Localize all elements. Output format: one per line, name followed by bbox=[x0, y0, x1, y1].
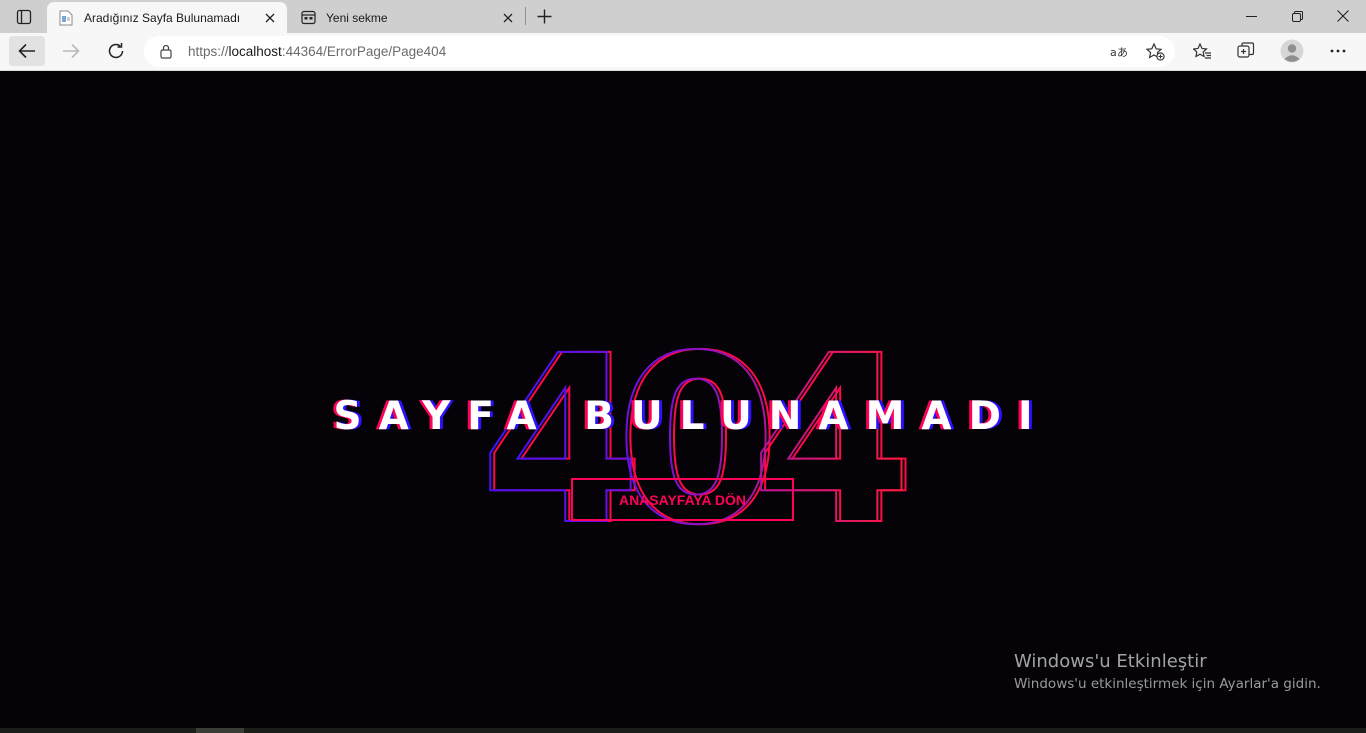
page-title: SAYFA BULUNAMADI bbox=[333, 394, 1050, 439]
address-bar[interactable]: https://localhost:44364/ErrorPage/Page40… bbox=[144, 36, 1175, 67]
minimize-button[interactable] bbox=[1228, 0, 1274, 32]
restore-icon bbox=[1291, 10, 1303, 22]
more-dots-icon bbox=[1330, 49, 1346, 53]
new-tab-favicon-icon bbox=[300, 10, 316, 26]
minimize-icon bbox=[1245, 15, 1257, 17]
windows-activation-watermark: Windows'u Etkinleştir Windows'u etkinleş… bbox=[1014, 651, 1321, 692]
close-window-button[interactable] bbox=[1320, 0, 1366, 32]
url-path: :44364/ErrorPage/Page404 bbox=[281, 44, 447, 59]
refresh-icon bbox=[108, 43, 124, 59]
forward-button[interactable] bbox=[53, 36, 89, 66]
refresh-button[interactable] bbox=[98, 36, 134, 66]
scrollbar-thumb[interactable] bbox=[196, 728, 244, 733]
lock-icon[interactable] bbox=[158, 43, 174, 59]
tab-title: Yeni sekme bbox=[326, 10, 388, 25]
tab-strip: Aradığınız Sayfa Bulunamadı Yeni sekme bbox=[0, 0, 1366, 33]
restore-button[interactable] bbox=[1274, 0, 1320, 32]
favorites-button[interactable] bbox=[1184, 36, 1220, 66]
activation-title: Windows'u Etkinleştir bbox=[1014, 651, 1207, 672]
not-found-section: 404 404 SAYFA BULUNAMADI ANASAYFAYA DÖN bbox=[0, 71, 1366, 728]
url-scheme: https:// bbox=[188, 44, 229, 59]
collections-button[interactable] bbox=[1228, 36, 1264, 66]
page-favicon-icon bbox=[58, 10, 74, 26]
favorites-icon bbox=[1192, 42, 1211, 59]
tab-new[interactable]: Yeni sekme bbox=[289, 2, 525, 33]
page-viewport: 404 404 SAYFA BULUNAMADI ANASAYFAYA DÖN … bbox=[0, 71, 1366, 728]
add-favorite-icon[interactable] bbox=[1142, 39, 1168, 64]
close-tab-icon[interactable] bbox=[259, 7, 281, 29]
tab-active[interactable]: Aradığınız Sayfa Bulunamadı bbox=[47, 2, 287, 33]
tab-actions-button[interactable] bbox=[8, 4, 40, 30]
svg-text:あ: あ bbox=[1117, 46, 1128, 59]
url-host: localhost bbox=[228, 44, 282, 59]
collections-icon bbox=[1237, 42, 1255, 58]
profile-button[interactable] bbox=[1274, 36, 1310, 66]
browser-toolbar: https://localhost:44364/ErrorPage/Page40… bbox=[0, 33, 1366, 71]
back-button[interactable] bbox=[9, 36, 45, 66]
svg-text:a: a bbox=[1110, 46, 1117, 59]
close-tab-icon[interactable] bbox=[497, 7, 519, 29]
arrow-right-icon bbox=[63, 43, 80, 59]
avatar-icon bbox=[1280, 39, 1304, 63]
read-aloud-icon[interactable]: a あ bbox=[1106, 39, 1132, 64]
back-to-home-button[interactable]: ANASAYFAYA DÖN bbox=[571, 478, 794, 521]
tab-title: Aradığınız Sayfa Bulunamadı bbox=[84, 10, 241, 25]
close-icon bbox=[1337, 10, 1349, 22]
horizontal-scrollbar[interactable] bbox=[0, 728, 1366, 733]
tab-separator bbox=[525, 7, 526, 25]
plus-icon bbox=[537, 9, 551, 23]
url-text[interactable]: https://localhost:44364/ErrorPage/Page40… bbox=[188, 44, 446, 59]
new-tab-button[interactable] bbox=[531, 4, 557, 28]
arrow-left-icon bbox=[18, 43, 35, 59]
tab-actions-icon bbox=[16, 9, 32, 25]
activation-subtitle: Windows'u etkinleştirmek için Ayarlar'a … bbox=[1014, 676, 1321, 692]
settings-menu-button[interactable] bbox=[1320, 36, 1356, 66]
